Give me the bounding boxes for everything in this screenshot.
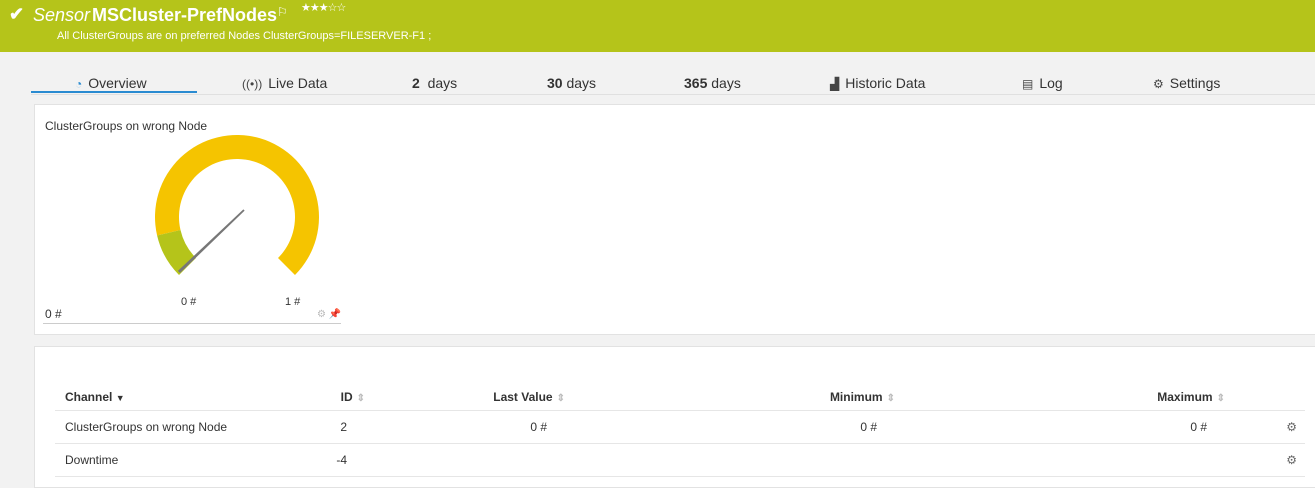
gauge-title: ClusterGroups on wrong Node: [45, 119, 208, 133]
channel-last-value: 0 #: [365, 410, 565, 444]
pin-icon[interactable]: 📌: [329, 309, 341, 320]
sensor-type-label: Sensor: [33, 5, 91, 25]
tab-365-days[interactable]: 365 days: [684, 75, 741, 91]
table-row[interactable]: ClusterGroups on wrong Node 2 0 # 0 # 0 …: [55, 410, 1305, 444]
col-minimum-header[interactable]: Minimum ⇕: [565, 384, 895, 411]
sort-icon: ⇕: [886, 393, 895, 404]
channel-id: 2: [265, 410, 365, 444]
gauge-value: 0 #: [45, 307, 62, 321]
gear-icon: ⚙: [1153, 77, 1164, 91]
tab-30-days[interactable]: 30 days: [547, 75, 596, 91]
tab-settings[interactable]: ⚙ Settings: [1153, 75, 1220, 91]
tab-2-days[interactable]: 2 days: [412, 75, 457, 91]
tab-log[interactable]: ▤ Log: [1022, 75, 1063, 91]
gauge-needle: [177, 209, 245, 273]
gauge-icon: ◔: [75, 77, 83, 91]
check-icon: ✔: [9, 4, 25, 24]
log-icon: ▤: [1022, 77, 1034, 91]
col-maximum-header[interactable]: Maximum ⇕: [895, 384, 1225, 411]
channel-settings-icon[interactable]: ⚙: [1225, 443, 1305, 477]
priority-stars[interactable]: ★★★☆☆: [301, 1, 346, 14]
tab-historic-data[interactable]: ▟ Historic Data: [830, 75, 925, 91]
flag-icon[interactable]: ⚐: [277, 5, 288, 19]
col-last-value-header[interactable]: Last Value ⇕: [365, 384, 565, 411]
active-tab-indicator: [31, 91, 197, 93]
channel-name[interactable]: Downtime: [55, 443, 265, 477]
tab-overview[interactable]: ◔ Overview: [75, 75, 147, 91]
col-id-header[interactable]: ID ⇕: [265, 384, 365, 411]
divider: [43, 323, 341, 324]
channel-last-value: [365, 443, 565, 477]
sensor-name[interactable]: MSCluster-PrefNodes: [92, 5, 277, 26]
channel-table: Channel ▼ ID ⇕ Last Value ⇕ Minimum ⇕ Maxim…: [55, 384, 1305, 477]
tab-bar: ◔ Overview ((•)) Live Data 2 days 30 days …: [31, 70, 1315, 95]
col-actions-header: [1225, 384, 1305, 411]
sort-icon: ⇕: [356, 393, 365, 404]
gauge-min-label: 0 #: [181, 296, 197, 308]
channel-settings-icon[interactable]: ⚙: [1225, 410, 1305, 444]
live-data-icon: ((•)): [242, 77, 263, 91]
gauge-panel: ClusterGroups on wrong Node 0 # 1 # 0 # …: [34, 104, 1315, 335]
channel-name[interactable]: ClusterGroups on wrong Node: [55, 410, 265, 444]
channel-maximum: 0 #: [895, 410, 1225, 444]
gear-icon[interactable]: ⚙: [317, 309, 326, 320]
channel-maximum: [895, 443, 1225, 477]
table-header-row: Channel ▼ ID ⇕ Last Value ⇕ Minimum ⇕ Maxim…: [55, 384, 1305, 411]
gauge-ok-arc: [157, 230, 196, 275]
sort-desc-icon: ▼: [115, 393, 125, 403]
channel-minimum: [565, 443, 895, 477]
channel-gauge[interactable]: [155, 135, 335, 295]
sensor-status-header: ✔ Sensor MSCluster-PrefNodes ⚐ ★★★☆☆ All…: [0, 0, 1315, 52]
sort-icon: ⇕: [556, 393, 565, 404]
tab-live-data[interactable]: ((•)) Live Data: [242, 75, 327, 91]
channel-id: -4: [265, 443, 365, 477]
sort-icon: ⇕: [1216, 393, 1225, 404]
gauge-max-label: 1 #: [285, 296, 301, 308]
table-row[interactable]: Downtime -4 ⚙: [55, 443, 1305, 477]
col-channel-header[interactable]: Channel ▼: [55, 384, 265, 411]
status-message: All ClusterGroups are on preferred Nodes…: [57, 30, 432, 42]
gauge-tools[interactable]: ⚙ 📌: [317, 309, 341, 320]
area-chart-icon: ▟: [830, 77, 840, 91]
channel-minimum: 0 #: [565, 410, 895, 444]
